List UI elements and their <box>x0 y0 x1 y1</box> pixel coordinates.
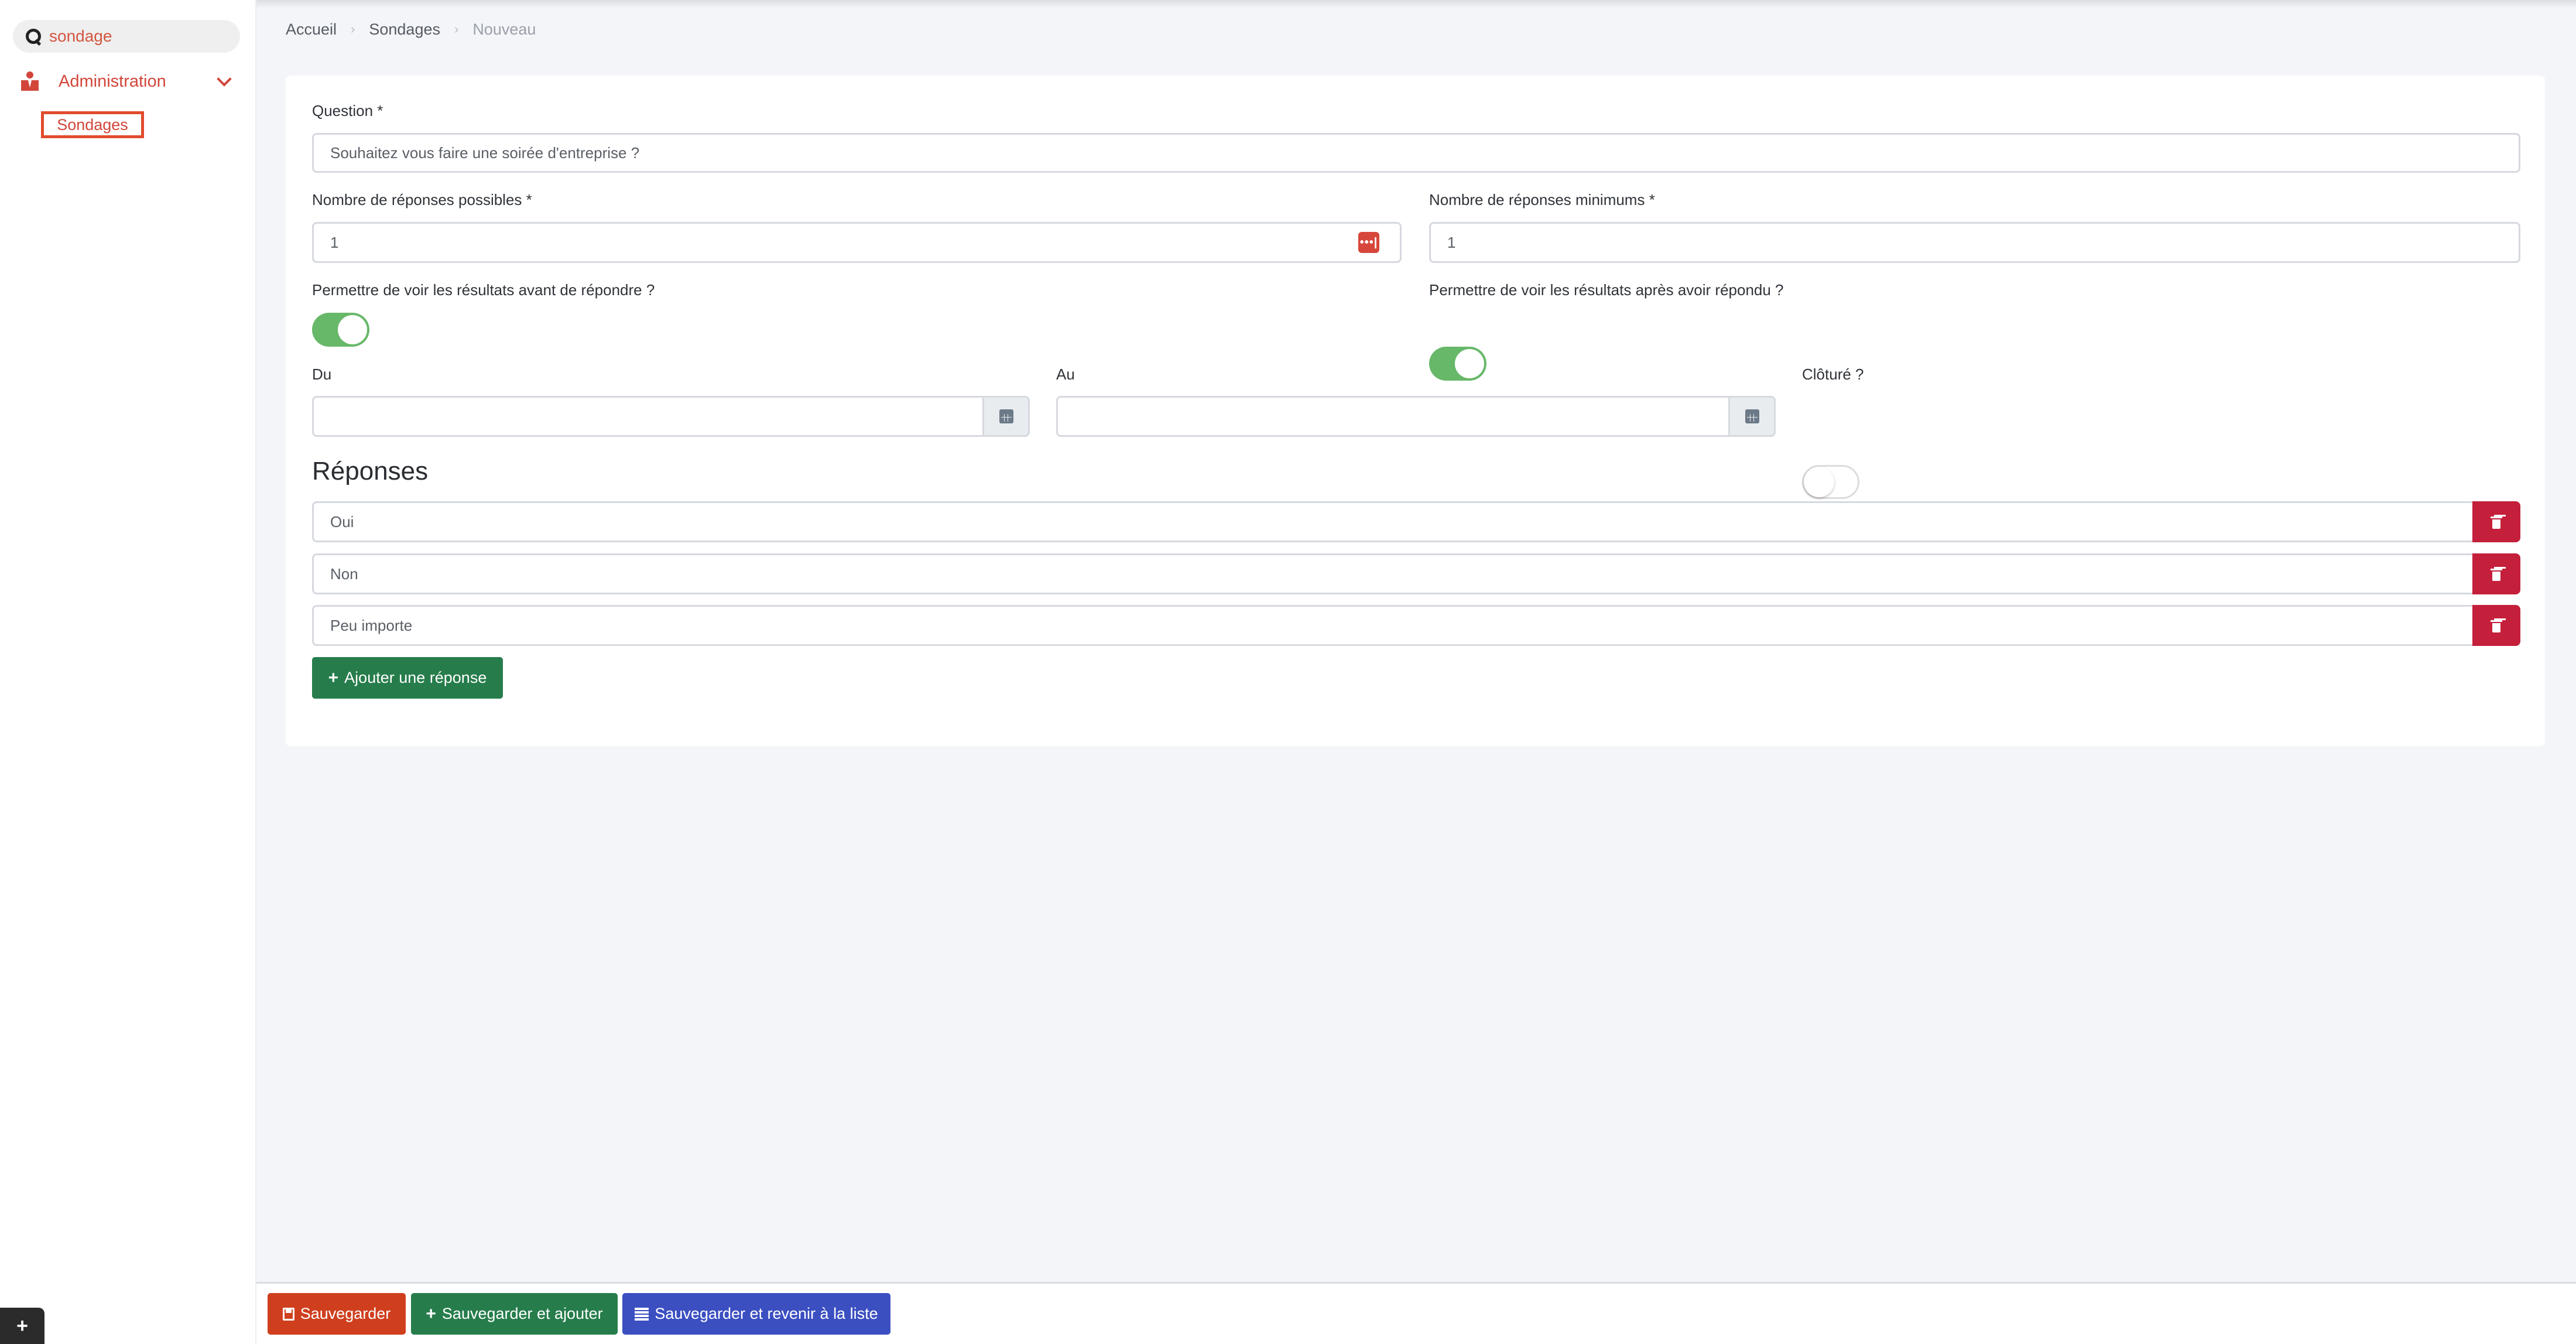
save-button[interactable]: Sauvegarder <box>268 1293 406 1335</box>
question-label: Question * <box>312 102 383 119</box>
trash-icon <box>2491 567 2502 581</box>
search-input[interactable]: sondage <box>49 27 112 46</box>
trash-icon <box>2491 515 2502 529</box>
plus-icon: + <box>426 1304 436 1324</box>
breadcrumb-current: Nouveau <box>472 20 536 38</box>
floppy-disk-icon <box>282 1307 294 1321</box>
breadcrumb-accueil[interactable]: Accueil <box>286 20 337 39</box>
nb-possible-value: 1 <box>330 233 339 251</box>
delete-response-button[interactable] <box>2472 605 2520 646</box>
date-from-input[interactable] <box>312 396 984 437</box>
see-before-label: Permettre de voir les résultats avant de… <box>312 281 655 299</box>
calendar-icon <box>999 409 1013 423</box>
bottom-toggle-button[interactable]: + <box>0 1308 44 1344</box>
plus-icon: + <box>328 668 339 688</box>
nb-minimum-label: Nombre de réponses minimums * <box>1429 191 1655 208</box>
response-input[interactable]: Peu importe <box>312 605 2474 646</box>
trash-icon <box>2491 618 2502 632</box>
date-to-input[interactable] <box>1056 396 1730 437</box>
toggle-knob <box>1804 467 1834 497</box>
date-to-label: Au <box>1056 365 1075 383</box>
see-after-toggle[interactable] <box>1429 347 1486 381</box>
password-manager-icon[interactable]: •••| <box>1358 232 1379 253</box>
closed-toggle[interactable] <box>1802 465 1859 499</box>
save-and-add-button[interactable]: + Sauvegarder et ajouter <box>411 1293 618 1335</box>
response-input[interactable]: Oui <box>312 501 2474 542</box>
sidebar-search[interactable]: sondage <box>13 20 240 53</box>
sidebar-item-administration[interactable]: Administration <box>21 66 238 97</box>
top-shadow <box>0 0 2576 8</box>
sidebar-item-sondages[interactable]: Sondages <box>41 111 144 138</box>
save-label: Sauvegarder <box>300 1305 391 1322</box>
calendar-icon <box>1745 409 1759 423</box>
date-from-label: Du <box>312 365 332 383</box>
delete-response-button[interactable] <box>2472 553 2520 594</box>
breadcrumb-sondages[interactable]: Sondages <box>369 20 440 39</box>
closed-label: Clôturé ? <box>1802 365 1864 383</box>
save-and-return-label: Sauvegarder et revenir à la liste <box>655 1305 878 1322</box>
see-before-toggle[interactable] <box>312 313 369 347</box>
breadcrumb: Accueil › Sondages › Nouveau <box>286 18 536 41</box>
breadcrumb-separator-icon: › <box>351 22 355 36</box>
responses-title: Réponses <box>312 457 429 485</box>
see-after-label: Permettre de voir les résultats après av… <box>1429 281 1784 299</box>
sidebar <box>0 0 256 1344</box>
add-response-button[interactable]: + Ajouter une réponse <box>312 657 503 699</box>
sidebar-item-label: Administration <box>59 71 166 91</box>
add-response-label: Ajouter une réponse <box>344 669 487 686</box>
breadcrumb-separator-icon: › <box>454 22 459 36</box>
chevron-down-icon[interactable] <box>217 71 232 87</box>
nb-minimum-input[interactable]: 1 <box>1429 222 2520 263</box>
list-icon <box>635 1307 649 1321</box>
admin-user-icon <box>21 71 39 91</box>
toggle-knob <box>338 315 367 344</box>
date-to-calendar-button[interactable] <box>1728 396 1776 437</box>
nb-possible-input[interactable]: 1 <box>312 222 1402 263</box>
nb-possible-label: Nombre de réponses possibles * <box>312 191 532 208</box>
search-icon <box>25 28 42 45</box>
save-and-return-button[interactable]: Sauvegarder et revenir à la liste <box>622 1293 890 1335</box>
response-input[interactable]: Non <box>312 553 2474 594</box>
toggle-knob <box>1455 349 1484 378</box>
save-and-add-label: Sauvegarder et ajouter <box>441 1305 603 1322</box>
question-input[interactable]: Souhaitez vous faire une soirée d'entrep… <box>312 133 2520 173</box>
delete-response-button[interactable] <box>2472 501 2520 542</box>
date-from-calendar-button[interactable] <box>982 396 1030 437</box>
